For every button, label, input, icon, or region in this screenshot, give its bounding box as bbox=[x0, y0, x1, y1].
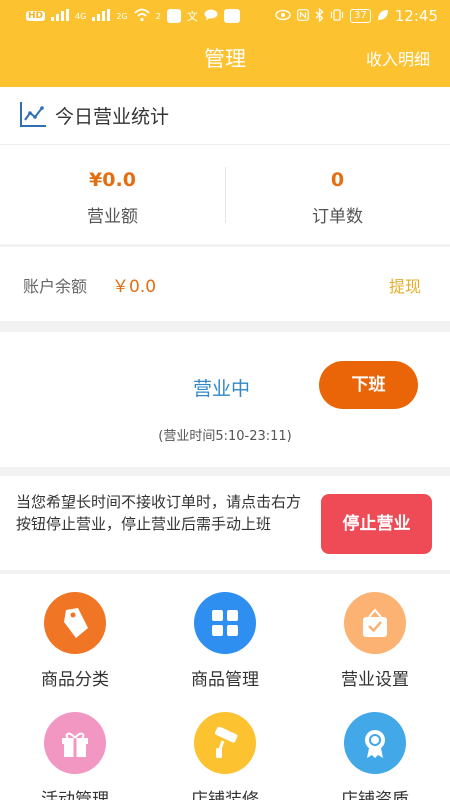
clock: 12:45 bbox=[394, 7, 438, 25]
menu-label: 店铺资质 bbox=[341, 790, 409, 800]
menu-item-business-settings[interactable]: 营业设置 bbox=[300, 574, 450, 692]
revenue-stat: ¥0.0 营业额 bbox=[0, 145, 225, 244]
stop-business-description: 当您希望长时间不接收订单时，请点击右方按钮停止营业，停止营业后需手动上班 bbox=[16, 493, 302, 533]
translate-icon: 文 bbox=[186, 10, 198, 23]
bluetooth-icon bbox=[315, 6, 324, 25]
stop-business-card: 当您希望长时间不接收订单时，请点击右方按钮停止营业，停止营业后需手动上班 停止营… bbox=[0, 476, 450, 570]
wifi-icon bbox=[133, 8, 150, 25]
off-work-button[interactable]: 下班 bbox=[319, 361, 418, 409]
menu-label: 商品管理 bbox=[191, 670, 259, 690]
status-bar: HD 4G 2G 2 文 37 12:45 bbox=[0, 0, 450, 32]
orders-value: 0 bbox=[330, 169, 345, 191]
app-bar: 管理 收入明细 bbox=[0, 32, 450, 87]
leaf-icon bbox=[377, 9, 389, 24]
stop-business-button[interactable]: 停止营业 bbox=[321, 494, 432, 554]
menu-item-products[interactable]: 商品管理 bbox=[150, 574, 300, 692]
today-stats-panel: ¥0.0 营业额 0 订单数 bbox=[0, 145, 450, 244]
battery-indicator: 37 bbox=[350, 9, 371, 23]
award-ribbon-icon bbox=[344, 712, 406, 774]
menu-label: 店铺装修 bbox=[191, 790, 259, 800]
hd-badge: HD bbox=[26, 11, 46, 21]
revenue-value: ¥0.0 bbox=[89, 169, 136, 191]
line-chart-icon bbox=[19, 100, 55, 132]
business-status-text: 营业中 bbox=[193, 378, 251, 400]
signal-label-4g: 4G bbox=[75, 11, 87, 21]
withdraw-link[interactable]: 提现 bbox=[389, 273, 421, 297]
signal-icon bbox=[51, 8, 70, 24]
function-grid: 商品分类 商品管理 营业设置 活动管理 店铺装修 店铺资质 bbox=[0, 574, 450, 800]
menu-item-activities[interactable]: 活动管理 bbox=[0, 694, 150, 800]
paint-roller-icon bbox=[194, 712, 256, 774]
chat-bubble-icon bbox=[204, 9, 218, 24]
menu-item-category[interactable]: 商品分类 bbox=[0, 574, 150, 692]
orders-stat: 0 订单数 bbox=[225, 145, 450, 244]
eye-icon bbox=[275, 9, 291, 24]
revenue-label: 营业额 bbox=[87, 207, 138, 227]
menu-label: 商品分类 bbox=[41, 670, 109, 690]
menu-item-store-decoration[interactable]: 店铺装修 bbox=[150, 694, 300, 800]
today-stats-header: 今日营业统计 bbox=[0, 87, 450, 145]
signal-label-2g: 2G bbox=[116, 11, 128, 21]
business-hours: (营业时间5:10-23:11) bbox=[158, 429, 292, 444]
orders-label: 订单数 bbox=[312, 207, 363, 227]
app-notification-icon bbox=[223, 9, 240, 23]
menu-label: 活动管理 bbox=[41, 790, 109, 800]
vibrate-icon bbox=[330, 8, 344, 24]
status-bar-left: HD 4G 2G 2 文 bbox=[26, 8, 240, 25]
app-notification-icon bbox=[166, 9, 181, 23]
balance-label: 账户余额 bbox=[23, 277, 88, 296]
wifi-badge: 2 bbox=[155, 11, 161, 21]
shopping-bag-check-icon bbox=[344, 592, 406, 654]
account-balance-row: 账户余额 ￥0.0 提现 bbox=[0, 247, 450, 321]
section-title: 今日营业统计 bbox=[55, 106, 170, 128]
menu-item-store-qualification[interactable]: 店铺资质 bbox=[300, 694, 450, 800]
signal-icon bbox=[92, 8, 111, 24]
status-bar-right: 37 12:45 bbox=[275, 6, 438, 25]
income-details-link[interactable]: 收入明细 bbox=[366, 32, 430, 87]
grid-icon bbox=[194, 592, 256, 654]
nfc-icon bbox=[297, 8, 309, 24]
gift-icon bbox=[44, 712, 106, 774]
menu-label: 营业设置 bbox=[341, 670, 409, 690]
balance-value: ￥0.0 bbox=[112, 277, 157, 297]
business-status-card: 营业中 下班 (营业时间5:10-23:11) bbox=[0, 332, 450, 467]
tag-icon bbox=[44, 592, 106, 654]
